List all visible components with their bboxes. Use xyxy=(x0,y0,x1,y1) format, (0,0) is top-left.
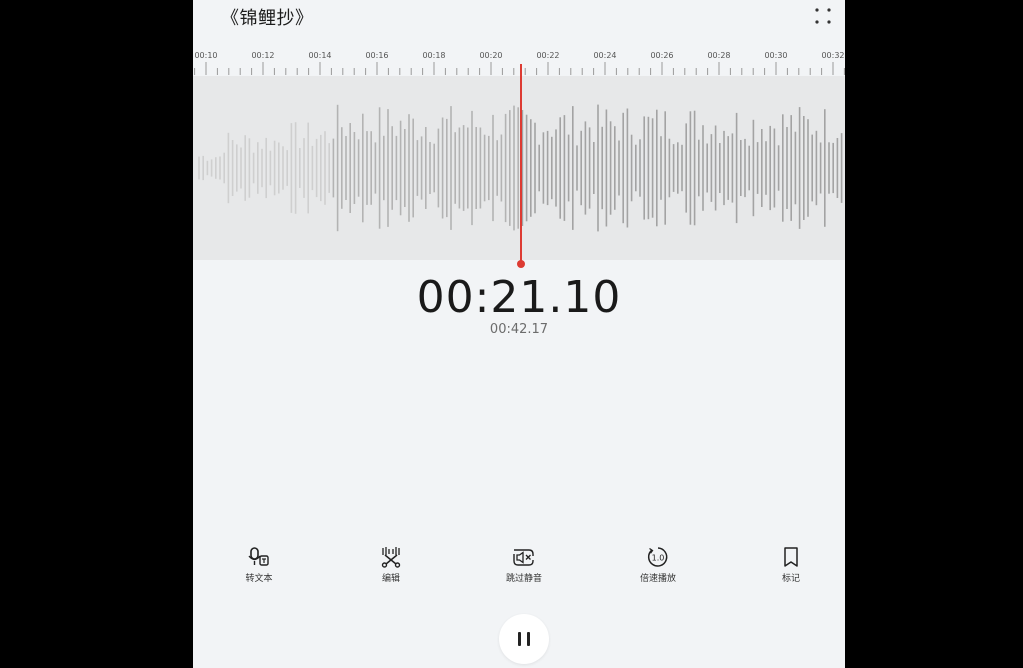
bookmark-button[interactable]: 标记 xyxy=(751,546,831,584)
waveform[interactable] xyxy=(193,76,845,260)
ruler-label: 00:10 xyxy=(194,51,217,60)
ruler-label: 00:32 xyxy=(821,51,844,60)
playback-speed-label: 倍速播放 xyxy=(639,574,676,584)
more-grid-icon[interactable] xyxy=(813,6,833,26)
ruler-label: 00:20 xyxy=(479,51,502,60)
bookmark-label: 标记 xyxy=(781,574,800,584)
ruler-label: 00:30 xyxy=(764,51,787,60)
skip-silence-label: 跳过静音 xyxy=(505,574,542,584)
ruler-label: 00:28 xyxy=(707,51,730,60)
skip-silence-icon xyxy=(513,549,534,566)
total-duration: 00:42.17 xyxy=(489,322,549,337)
time-ruler[interactable]: 00:10 00:12 00:14 00:16 00:18 00:20 00:22 00:24… xyxy=(193,44,845,76)
ruler-label: 00:22 xyxy=(536,51,559,60)
bottom-toolbar: 转文本 编辑 跳过静音 1.0 倍速播放 标记 xyxy=(193,546,845,592)
edit-button[interactable]: 编辑 xyxy=(351,546,431,584)
pause-icon-bar-left xyxy=(518,632,521,646)
speech-to-text-button[interactable]: 转文本 xyxy=(219,546,299,584)
scissors-edit-icon xyxy=(381,547,401,568)
pause-icon-bar-right xyxy=(527,632,530,646)
speech-to-text-icon xyxy=(248,547,269,566)
ruler-label: 00:16 xyxy=(365,51,388,60)
edit-label: 编辑 xyxy=(381,574,400,584)
ruler-label: 00:24 xyxy=(593,51,616,60)
recording-title: 《锦鲤抄》 xyxy=(221,8,314,29)
skip-silence-button[interactable]: 跳过静音 xyxy=(484,546,564,584)
recorder-screen: 《锦鲤抄》 00:10 00:12 00:14 00:16 00:18 00:20 00:2… xyxy=(193,0,845,668)
ruler-label: 00:12 xyxy=(251,51,274,60)
ruler-label: 00:18 xyxy=(422,51,445,60)
playhead-handle[interactable] xyxy=(517,260,525,268)
ruler-label: 00:14 xyxy=(308,51,331,60)
pause-button[interactable] xyxy=(499,614,549,664)
playback-speed-icon: 1.0 xyxy=(647,547,668,567)
bookmark-icon xyxy=(784,547,798,567)
ruler-label: 00:26 xyxy=(650,51,673,60)
playback-speed-button[interactable]: 1.0 倍速播放 xyxy=(618,546,698,584)
svg-text:1.0: 1.0 xyxy=(652,554,665,563)
current-time: 00:21.10 xyxy=(416,272,622,323)
playhead-line[interactable] xyxy=(520,64,522,264)
speech-to-text-label: 转文本 xyxy=(245,574,273,584)
